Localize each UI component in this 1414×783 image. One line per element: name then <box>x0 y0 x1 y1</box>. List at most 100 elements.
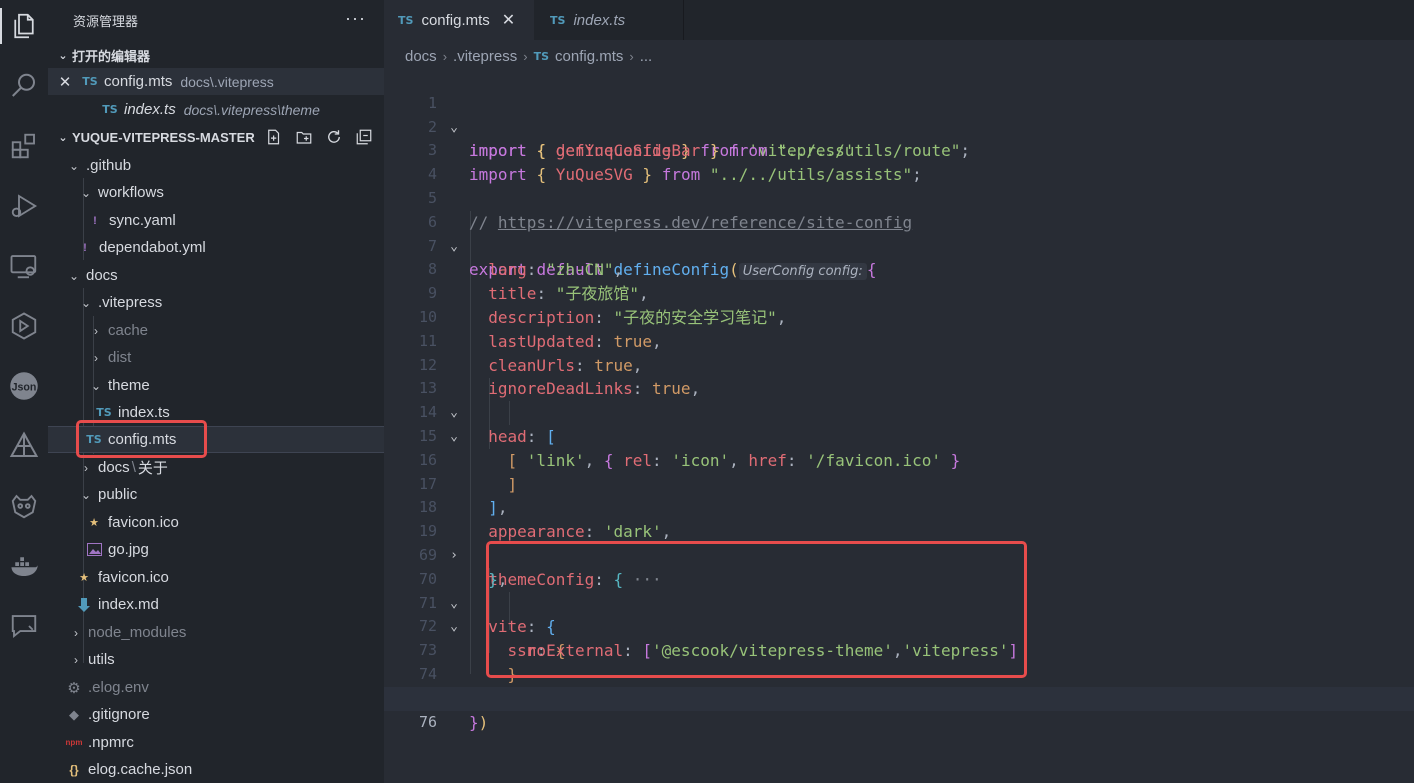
chevron-right-icon: › <box>94 350 98 365</box>
svg-text:Json: Json <box>12 381 37 393</box>
code-line: 15 'link', { rel: 'icon', href: '/favico… <box>418 426 961 470</box>
typescript-file-icon: TS <box>398 13 414 27</box>
extensions-icon[interactable] <box>0 122 48 170</box>
tree-file-dependabot[interactable]: ! dependabot.yml <box>48 234 384 261</box>
breadcrumb: docs › .vitepress › TS config.mts › ... <box>405 44 652 68</box>
tree-folder-github[interactable]: ⌄ .github <box>48 152 384 179</box>
docker-icon[interactable] <box>0 542 48 590</box>
code-line: 11 cleanUrls: true, <box>418 331 643 375</box>
chevron-down-icon: ⌄ <box>68 158 80 173</box>
close-icon[interactable]: ✕ <box>502 10 515 30</box>
code-line: 18 appearance: 'dark', <box>418 498 672 542</box>
tree-folder-workflows[interactable]: ⌄ workflows <box>48 179 384 206</box>
git-file-icon: ◆ <box>69 706 79 722</box>
typescript-file-icon: TS <box>533 49 550 63</box>
chevron-right-icon: › <box>523 48 528 64</box>
code-line: 16 ] <box>418 450 518 494</box>
explorer-sidebar: 资源管理器 ··· ⌄ 打开的编辑器 ✕ TS config.mts docs\… <box>48 0 384 783</box>
new-folder-icon[interactable] <box>294 127 314 147</box>
breadcrumb-item[interactable]: .vitepress <box>453 48 517 65</box>
comments-icon[interactable] <box>0 602 48 650</box>
tree-file-npmrc[interactable]: npm .npmrc <box>48 729 384 756</box>
chevron-right-icon: › <box>74 625 78 640</box>
tab-index-ts[interactable]: TS index.ts <box>536 0 684 40</box>
code-line: 10 lastUpdated: true, <box>418 307 662 351</box>
tree-file-gitignore[interactable]: ◆ .gitignore <box>48 701 384 728</box>
raccoon-icon[interactable] <box>0 482 48 530</box>
code-line: 6 ⌄ export default defineConfig(UserConf… <box>427 212 877 281</box>
open-editors-header[interactable]: ⌄ 打开的编辑器 <box>48 41 384 69</box>
chevron-down-icon: ⌄ <box>68 268 80 283</box>
json-icon[interactable]: Json <box>0 362 48 410</box>
star-icon: ★ <box>89 517 99 529</box>
code-line: 14 ⌄ [ <box>418 403 518 470</box>
chevron-down-icon: ⌄ <box>58 131 68 144</box>
breadcrumb-item[interactable]: ... <box>640 48 653 65</box>
refresh-icon[interactable] <box>324 127 344 147</box>
tree-folder-vitepress[interactable]: ⌄ .vitepress <box>48 289 384 316</box>
chevron-right-icon: › <box>94 323 98 338</box>
run-debug-icon[interactable] <box>0 182 48 230</box>
star-icon: ★ <box>79 572 89 584</box>
chevron-down-icon: ⌄ <box>80 295 92 310</box>
breadcrumb-item[interactable]: config.mts <box>555 48 623 65</box>
chevron-right-icon: › <box>442 48 448 64</box>
open-editor-config[interactable]: ✕ TS config.mts docs\.vitepress <box>48 68 384 95</box>
tree-file-sync-yaml[interactable]: ! sync.yaml <box>48 207 384 234</box>
editor-tabs: TS config.mts ✕ TS index.ts <box>384 0 1414 40</box>
explorer-title: 资源管理器 <box>73 13 139 29</box>
tree-file-index-md[interactable]: index.md <box>48 591 384 618</box>
markdown-file-icon <box>74 597 94 612</box>
close-icon[interactable]: ✕ <box>50 73 80 91</box>
code-line: 5 // https://vitepress.dev/reference/sit… <box>427 188 913 232</box>
tree-folder-utils[interactable]: › utils <box>48 646 384 673</box>
explorer-icon[interactable] <box>0 2 48 50</box>
tree-file-favicon-public[interactable]: ★ favicon.ico <box>48 509 384 536</box>
search-icon[interactable] <box>0 62 48 110</box>
tree-folder-cache[interactable]: › cache <box>48 317 384 344</box>
tree-file-elog-cache-json[interactable]: {} elog.cache.json <box>48 756 384 783</box>
git-graph-icon[interactable] <box>0 422 48 470</box>
code-line-current: 76 <box>384 686 1414 731</box>
tree-file-go-jpg[interactable]: go.jpg <box>48 536 384 563</box>
code-line: 13 ⌄ head: [ <box>418 379 556 446</box>
gear-icon: ⚙ <box>67 679 81 697</box>
tree-folder-public[interactable]: ⌄ public <box>48 481 384 508</box>
image-file-icon <box>84 543 104 556</box>
highlight-box-sidebar <box>76 420 207 458</box>
remote-explorer-icon[interactable] <box>0 242 48 290</box>
tree-folder-docs-about[interactable]: › docs \ 关于 <box>48 454 384 481</box>
code-line: 1 ⌄ import { defineConfig } from 'vitepr… <box>427 93 855 161</box>
chevron-down-icon: ⌄ <box>58 49 68 62</box>
typescript-file-icon: TS <box>82 75 98 88</box>
breadcrumb-item[interactable]: docs <box>405 48 437 65</box>
tree-folder-docs[interactable]: ⌄ docs <box>48 262 384 289</box>
tree-file-elog-env[interactable]: ⚙ .elog.env <box>48 674 384 701</box>
chevron-down-icon: ⌄ <box>90 378 102 393</box>
code-line: 2 import { genYuqueSideBar } from "../..… <box>427 117 970 161</box>
json-file-icon: {} <box>69 762 79 777</box>
highlight-box-editor <box>486 541 1027 678</box>
yaml-file-icon: ! <box>93 214 97 227</box>
typescript-file-icon: TS <box>102 103 118 116</box>
open-editor-index[interactable]: TS index.ts docs\.vitepress\theme <box>48 96 384 123</box>
tree-folder-node-modules[interactable]: › node_modules <box>48 619 384 646</box>
testing-icon[interactable] <box>0 302 48 350</box>
code-editor[interactable]: 1 ⌄ import { defineConfig } from 'vitepr… <box>384 68 1414 783</box>
code-line: 8 title: "子夜旅馆", <box>427 260 649 304</box>
more-actions-button[interactable]: ··· <box>345 8 366 29</box>
chevron-down-icon: ⌄ <box>80 185 92 200</box>
typescript-file-icon: TS <box>96 406 112 419</box>
chevron-right-icon: › <box>629 48 634 64</box>
tree-file-favicon-docs[interactable]: ★ favicon.ico <box>48 564 384 591</box>
code-line: 19 › themeConfig: { ··· <box>418 522 662 589</box>
tree-folder-dist[interactable]: › dist <box>48 344 384 371</box>
tree-folder-theme[interactable]: ⌄ theme <box>48 372 384 399</box>
code-line: 17 ], <box>418 474 508 518</box>
new-file-icon[interactable] <box>264 127 284 147</box>
project-header[interactable]: ⌄ YUQUE-VITEPRESS-MASTER <box>48 123 384 151</box>
tab-config-mts[interactable]: TS config.mts ✕ <box>384 0 534 40</box>
code-line: 4 <box>427 165 437 184</box>
typescript-file-icon: TS <box>550 13 566 27</box>
collapse-all-icon[interactable] <box>354 127 374 147</box>
